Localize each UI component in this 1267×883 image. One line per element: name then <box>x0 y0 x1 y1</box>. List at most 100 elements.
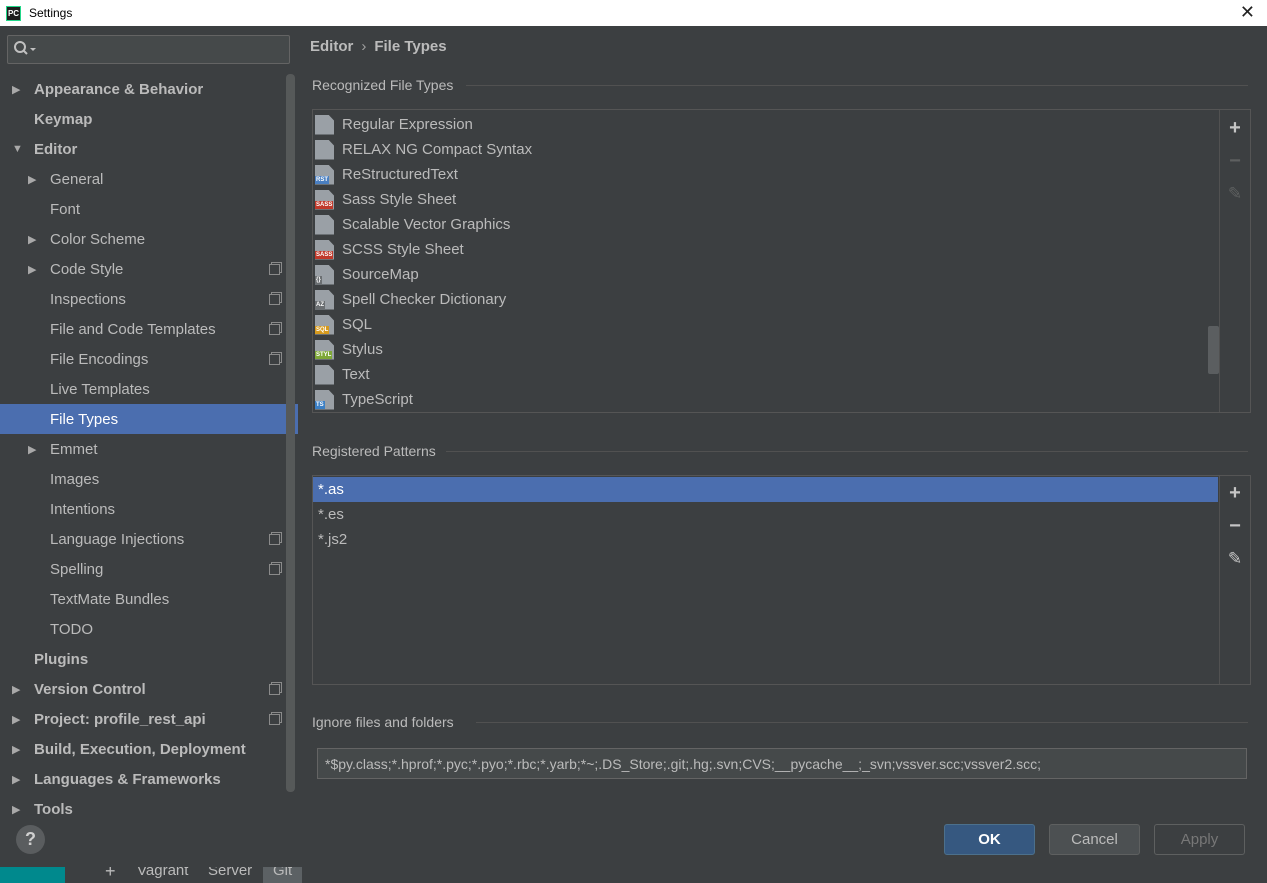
file-type-icon-tag: AZ <box>315 300 325 309</box>
collapsed-arrow-icon[interactable]: ▶ <box>12 743 20 756</box>
close-icon[interactable]: ✕ <box>1240 2 1255 23</box>
add-tab-button[interactable]: + <box>105 867 116 882</box>
ok-button[interactable]: OK <box>944 824 1035 855</box>
edit-file-type-button[interactable]: ✎ <box>1226 184 1244 203</box>
sidebar-item-build-execution-deployment[interactable]: ▶ Build, Execution, Deployment <box>0 734 286 764</box>
help-button[interactable]: ? <box>16 825 45 854</box>
sidebar-item-plugins[interactable]: Plugins <box>0 644 286 674</box>
add-pattern-button[interactable]: + <box>1226 482 1244 504</box>
pattern-item[interactable]: *.js2 <box>313 527 1218 552</box>
recognized-file-types-list[interactable]: Regular Expression RELAX NG Compact Synta… <box>312 109 1251 413</box>
remove-pattern-button[interactable]: − <box>1226 515 1244 537</box>
sidebar-item-file-types[interactable]: File Types <box>0 404 298 434</box>
collapsed-arrow-icon[interactable]: ▶ <box>28 443 36 456</box>
pattern-item[interactable]: *.es <box>313 502 1218 527</box>
sidebar-item-project-profile-rest-api[interactable]: ▶ Project: profile_rest_api <box>0 704 286 734</box>
dialog-footer: ? OK Cancel Apply <box>0 816 1267 867</box>
sidebar-item-file-and-code-templates[interactable]: File and Code Templates <box>0 314 286 344</box>
file-type-item[interactable]: SQL SQL <box>315 312 372 337</box>
file-type-label: Regular Expression <box>342 116 473 133</box>
sidebar-item-label: Emmet <box>50 440 98 458</box>
file-type-icon: STYL <box>315 339 334 360</box>
file-types-toolbar: + − ✎ <box>1219 110 1250 412</box>
pattern-item[interactable]: *.as <box>313 477 1218 502</box>
sidebar-item-images[interactable]: Images <box>0 464 286 494</box>
file-type-item[interactable]: RST ReStructuredText <box>315 162 458 187</box>
collapsed-arrow-icon[interactable]: ▶ <box>12 803 20 816</box>
sidebar-item-label: Intentions <box>50 500 116 518</box>
breadcrumb: Editor › File Types <box>310 38 447 55</box>
file-type-item[interactable]: SASS Sass Style Sheet <box>315 187 456 212</box>
file-type-icon: SASS <box>315 189 334 210</box>
file-type-item[interactable]: STYL Stylus <box>315 337 383 362</box>
sidebar-item-emmet[interactable]: ▶ Emmet <box>0 434 286 464</box>
sidebar-item-label: Project: profile_rest_api <box>34 710 206 728</box>
sidebar-item-label: Version Control <box>34 680 146 698</box>
file-type-item[interactable]: Regular Expression <box>315 112 473 137</box>
sidebar-item-font[interactable]: Font <box>0 194 286 224</box>
sidebar-item-label: TODO <box>50 620 94 638</box>
sidebar-item-language-injections[interactable]: Language Injections <box>0 524 286 554</box>
search-icon[interactable] <box>13 40 37 58</box>
collapsed-arrow-icon[interactable]: ▶ <box>12 713 20 726</box>
file-type-label: SourceMap <box>342 266 419 283</box>
sidebar-scrollbar[interactable] <box>286 74 295 792</box>
project-scope-icon <box>269 293 280 305</box>
sidebar-item-spelling[interactable]: Spelling <box>0 554 286 584</box>
file-type-item[interactable]: TS TypeScript <box>315 387 413 412</box>
ignore-files-input[interactable]: *$py.class;*.hprof;*.pyc;*.pyo;*.rbc;*.y… <box>317 748 1247 779</box>
file-type-item[interactable]: SASS SCSS Style Sheet <box>315 237 464 262</box>
pycharm-app-icon: PC <box>6 5 21 21</box>
sidebar-item-todo[interactable]: TODO <box>0 614 286 644</box>
project-scope-icon <box>269 353 280 365</box>
file-type-item[interactable]: Scalable Vector Graphics <box>315 212 510 237</box>
cancel-button[interactable]: Cancel <box>1049 824 1140 855</box>
sidebar-item-inspections[interactable]: Inspections <box>0 284 286 314</box>
registered-patterns-list[interactable]: *.as *.es *.js2 + − ✎ <box>312 475 1251 685</box>
expanded-arrow-icon[interactable]: ▼ <box>12 143 23 155</box>
sidebar-item-color-scheme[interactable]: ▶ Color Scheme <box>0 224 286 254</box>
file-type-item[interactable]: Text <box>315 362 370 387</box>
sidebar-item-keymap[interactable]: Keymap <box>0 104 286 134</box>
collapsed-arrow-icon[interactable]: ▶ <box>12 683 20 696</box>
sidebar-item-general[interactable]: ▶ General <box>0 164 286 194</box>
sidebar-item-label: Tools <box>34 800 73 817</box>
file-type-item[interactable]: RELAX NG Compact Syntax <box>315 137 532 162</box>
file-type-item[interactable]: AZ Spell Checker Dictionary <box>315 287 506 312</box>
collapsed-arrow-icon[interactable]: ▶ <box>28 263 36 276</box>
collapsed-arrow-icon[interactable]: ▶ <box>12 83 20 96</box>
file-type-icon-tag: SASS <box>315 200 334 209</box>
collapsed-arrow-icon[interactable]: ▶ <box>12 773 20 786</box>
add-file-type-button[interactable]: + <box>1226 117 1244 139</box>
sidebar-item-textmate-bundles[interactable]: TextMate Bundles <box>0 584 286 614</box>
sidebar-item-file-encodings[interactable]: File Encodings <box>0 344 286 374</box>
sidebar-item-code-style[interactable]: ▶ Code Style <box>0 254 286 284</box>
file-type-icon-tag: TS <box>315 400 325 409</box>
file-type-item[interactable]: {} SourceMap <box>315 262 419 287</box>
file-types-scrollbar[interactable] <box>1208 326 1219 374</box>
file-type-label: Text <box>342 366 370 383</box>
search-input[interactable] <box>7 35 290 64</box>
collapsed-arrow-icon[interactable]: ▶ <box>28 233 36 246</box>
sidebar-item-label: Images <box>50 470 100 488</box>
sidebar-item-live-templates[interactable]: Live Templates <box>0 374 286 404</box>
git-tab[interactable]: Git <box>263 867 303 883</box>
section-divider <box>446 451 1248 452</box>
sidebar-item-label: General <box>50 170 104 188</box>
sidebar-item-appearance-behavior[interactable]: ▶ Appearance & Behavior <box>0 74 286 104</box>
sidebar-item-languages-frameworks[interactable]: ▶ Languages & Frameworks <box>0 764 286 794</box>
sidebar-item-tools[interactable]: ▶ Tools <box>0 794 286 817</box>
breadcrumb-current: File Types <box>374 38 447 55</box>
vagrant-tab[interactable]: Vagrant <box>137 867 188 879</box>
file-type-label: RELAX NG Compact Syntax <box>342 141 533 158</box>
edit-pattern-button[interactable]: ✎ <box>1226 549 1244 568</box>
sidebar-item-editor[interactable]: ▼ Editor <box>0 134 286 164</box>
remove-file-type-button[interactable]: − <box>1226 150 1244 172</box>
apply-button[interactable]: Apply <box>1154 824 1245 855</box>
sidebar-item-label: Editor <box>34 140 78 158</box>
collapsed-arrow-icon[interactable]: ▶ <box>28 173 36 186</box>
server-tab[interactable]: Server <box>208 867 252 879</box>
file-types-panel: Editor › File Types Recognized File Types … <box>298 26 1261 816</box>
sidebar-item-version-control[interactable]: ▶ Version Control <box>0 674 286 704</box>
sidebar-item-intentions[interactable]: Intentions <box>0 494 286 524</box>
